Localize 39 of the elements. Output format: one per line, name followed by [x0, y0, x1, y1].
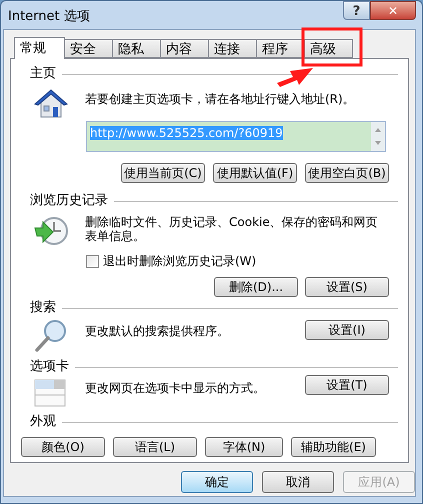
description-text: 更改网页在选项卡中显示的方式。	[85, 380, 266, 397]
dialog-button[interactable]: 确定	[181, 471, 253, 493]
button[interactable]: 辅助功能(E)	[291, 437, 376, 457]
tab[interactable]: 连接	[209, 39, 257, 58]
button[interactable]: 设置(T)	[305, 375, 389, 395]
button[interactable]: 语言(L)	[113, 437, 197, 457]
description-text: 删除临时文件、历史记录、Cookie、保存的密码和网页表单信息。	[85, 215, 379, 245]
button[interactable]: 删除(D)...	[214, 277, 298, 297]
tab[interactable]: 内容	[161, 39, 209, 58]
magnifier-icon	[33, 319, 69, 353]
dialog-button[interactable]: 取消	[262, 471, 334, 493]
arrow-annotation	[277, 68, 313, 87]
section-heading: 外观	[30, 413, 56, 432]
button[interactable]: 使用默认值(F)	[213, 163, 297, 183]
help-button[interactable]: ?	[343, 1, 370, 20]
section-heading: 主页	[30, 65, 56, 84]
section-heading: 浏览历史记录	[30, 192, 108, 210]
button[interactable]: 颜色(O)	[21, 437, 105, 457]
checkbox[interactable]	[86, 254, 99, 268]
tab[interactable]: 高级	[305, 39, 353, 58]
button[interactable]: 使用空白页(B)	[305, 163, 389, 183]
description-text: 若要创建主页选项卡，请在各地址行键入地址(R)。	[85, 91, 355, 108]
button[interactable]: 使用当前页(C)	[121, 163, 205, 183]
section-heading: 选项卡	[30, 358, 69, 376]
scrollbar-drawing	[371, 122, 385, 151]
tab[interactable]: 隐私	[113, 39, 161, 58]
tab[interactable]: 程序	[257, 39, 305, 58]
checkbox-label[interactable]: 退出时删除浏览历史记录(W)	[103, 252, 256, 270]
button[interactable]: 字体(N)	[205, 437, 283, 457]
section-heading: 搜索	[30, 299, 56, 318]
tab[interactable]: 常规	[14, 37, 65, 59]
tab[interactable]: 安全	[65, 39, 113, 58]
description-text: 更改默认的搜索提供程序。	[85, 323, 230, 340]
clock-icon	[33, 216, 69, 246]
house-icon	[33, 87, 69, 119]
button[interactable]: 设置(S)	[305, 277, 389, 297]
button[interactable]: 设置(I)	[305, 320, 389, 340]
window-title: Internet 选项	[8, 8, 90, 26]
highlight-rectangle	[302, 28, 362, 66]
